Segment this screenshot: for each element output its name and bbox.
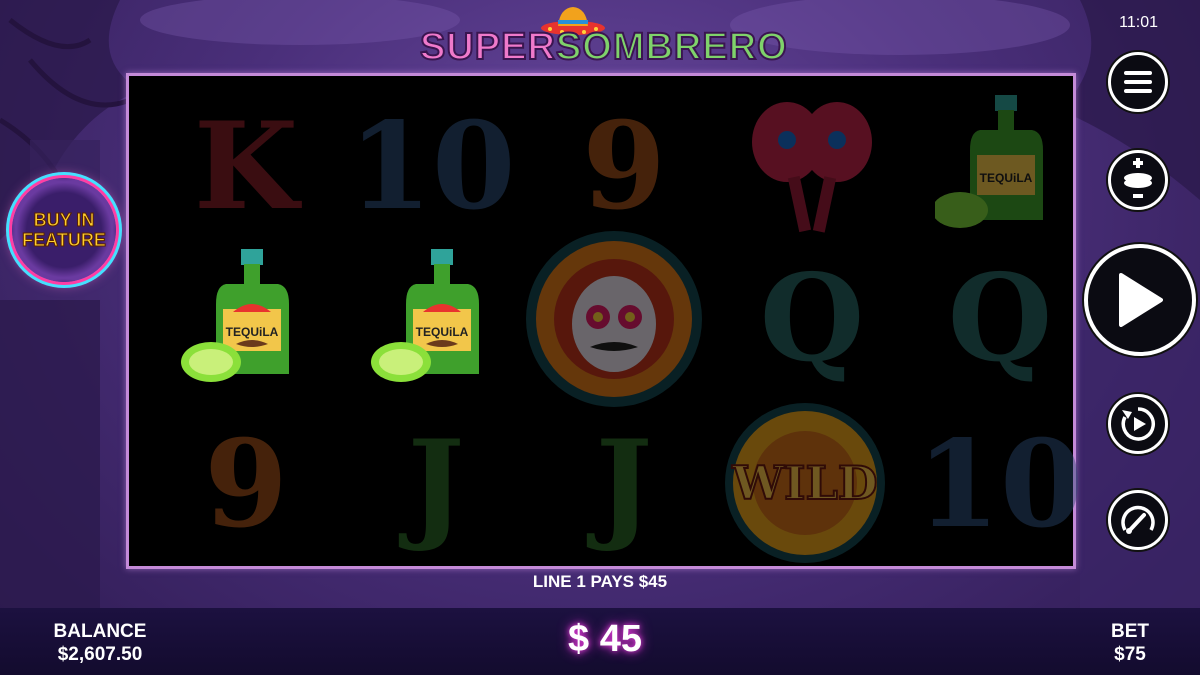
play-icon [1119, 273, 1163, 327]
bet-label: BET [1111, 621, 1149, 642]
bet-value: $75 [1114, 644, 1146, 665]
menu-icon [1124, 71, 1152, 93]
turbo-button[interactable] [1108, 490, 1168, 550]
maracas-icon [717, 84, 907, 249]
feature-label: FEATURE [22, 230, 107, 251]
turbo-icon [1121, 505, 1155, 534]
reel-symbol-10: 10 [916, 413, 1084, 555]
clock: 11:01 [1119, 14, 1158, 31]
title-super: SUPER [419, 25, 556, 69]
reel-grid: K 10 9 TEQUiLA TEQUiLA TEQUiLA Q Q 9 J J… [126, 73, 1084, 569]
tequila-bottle-icon: TEQUiLA [341, 236, 531, 401]
tequila-bottle-icon: TEQUiLA [151, 236, 341, 401]
reel-symbol-9: 9 [582, 95, 666, 237]
reel-symbol-10: 10 [348, 95, 516, 237]
bet-adjust-button[interactable] [1108, 150, 1168, 210]
reel-symbol-9: 9 [204, 413, 288, 555]
reel-symbol-j: J [407, 413, 465, 555]
reel-symbol-q: Q [947, 247, 1053, 389]
buy-in-label: BUY IN [33, 210, 95, 231]
win-amount: $ 45 [568, 618, 642, 660]
wild-symbol-icon: WILD [705, 392, 905, 567]
reel-symbol-k: K [193, 95, 299, 237]
autoplay-icon [1121, 407, 1155, 441]
win-line-message: LINE 1 PAYS $45 [532, 572, 668, 591]
title-sombrero: SOMBRERO [555, 25, 788, 69]
balance-label: BALANCE [53, 621, 147, 642]
sugar-skull-icon [509, 226, 719, 411]
spin-button[interactable] [1084, 244, 1196, 356]
bet-display[interactable]: BET $75 [1100, 621, 1160, 667]
balance-display: BALANCE $2,607.50 [50, 621, 150, 667]
tequila-bottle-icon: TEQUiLA [905, 82, 1095, 247]
autoplay-button[interactable] [1108, 394, 1168, 454]
buy-in-feature-button[interactable]: BUY IN FEATURE [12, 178, 116, 282]
svg-text:WILD: WILD [731, 456, 877, 510]
reel-symbol-q: Q [759, 247, 865, 389]
svg-text:TEQUiLA: TEQUiLA [416, 325, 469, 339]
bet-adjust-icon [1124, 158, 1152, 198]
balance-value: $2,607.50 [57, 644, 143, 665]
svg-text:TEQUiLA: TEQUiLA [980, 171, 1033, 185]
reel-symbol-j: J [595, 413, 653, 555]
svg-text:TEQUiLA: TEQUiLA [226, 325, 279, 339]
menu-button[interactable] [1108, 52, 1168, 112]
game-title: SUPERSOMBRERO [419, 25, 788, 69]
